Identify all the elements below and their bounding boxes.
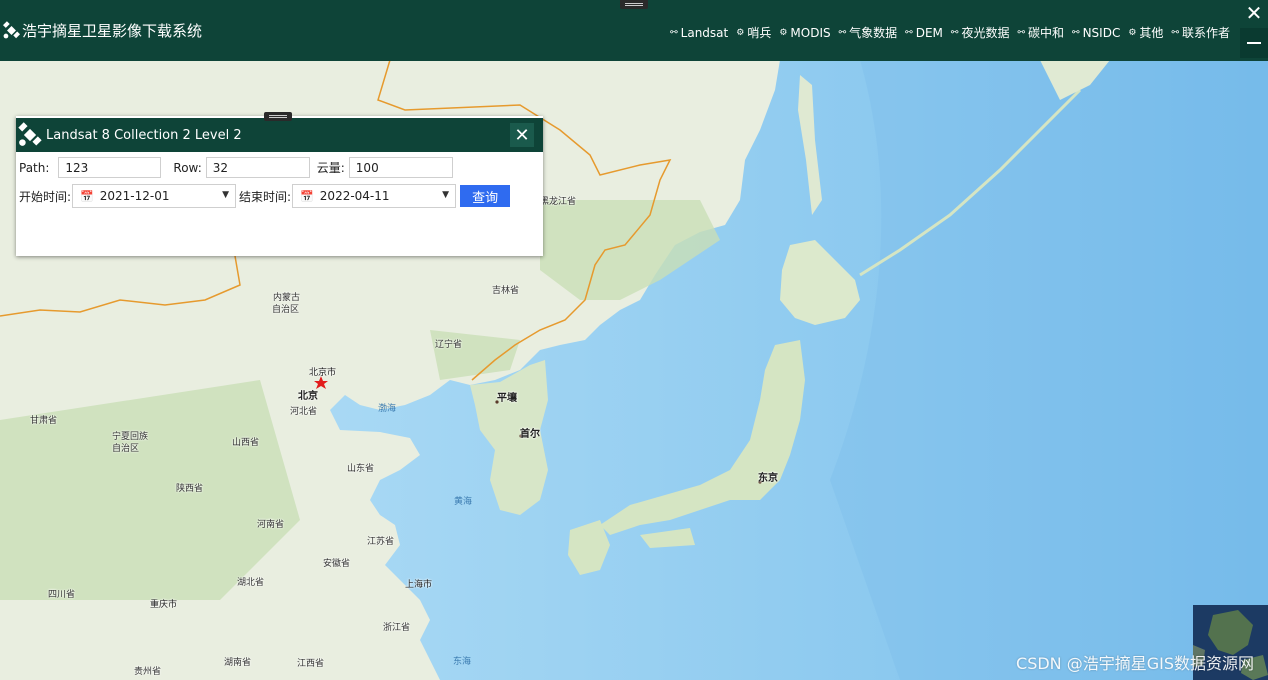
map-label: 北京市 <box>309 368 337 378</box>
start-date-label: 开始时间: <box>19 189 72 204</box>
map-label: 甘肃省 <box>30 416 58 426</box>
share-nodes-icon: ⚯ <box>905 27 913 38</box>
map-label: 渤海 <box>378 404 397 414</box>
caret-down-icon: ▼ <box>222 190 230 200</box>
query-button[interactable]: 查询 <box>460 185 511 207</box>
nav-item-modis[interactable]: ⚙ MODIS <box>779 26 830 40</box>
nav-item-label: 其他 <box>1139 26 1164 40</box>
calendar-icon: 📅 <box>300 189 314 203</box>
end-date-value: 2022-04-11 <box>319 189 390 203</box>
nav-item-label: 碳中和 <box>1028 26 1065 40</box>
main-nav: ⚯ Landsat ⚙ 哨兵 ⚙ MODIS ⚯ 气象数据 ⚯ DEM ⚯ 夜光… <box>662 24 1230 41</box>
satellite-icon <box>2 21 21 39</box>
map-label: 浙江省 <box>383 623 411 633</box>
dialog-close-button[interactable]: ✕ <box>510 123 534 147</box>
end-date-picker[interactable]: 📅 2022-04-11 ▼ <box>292 184 457 208</box>
nav-item-label: 气象数据 <box>849 26 898 40</box>
path-label: Path: <box>19 160 50 175</box>
app-title: 浩宇摘星卫星影像下载系统 <box>22 22 203 40</box>
map-label: 陕西省 <box>176 484 204 494</box>
nav-item-dem[interactable]: ⚯ DEM <box>905 26 943 40</box>
gear-icon: ⚙ <box>1128 27 1137 38</box>
map-canvas <box>0 0 1268 680</box>
nav-item-contact-author[interactable]: ⚯ 联系作者 <box>1171 24 1230 41</box>
map-label: 北京 <box>298 391 318 402</box>
map-label: 黑龙江省 <box>540 197 577 207</box>
end-date-label: 结束时间: <box>239 189 292 204</box>
caret-down-icon: ▼ <box>442 190 450 200</box>
header-minimize-button[interactable] <box>1240 28 1268 58</box>
map-label: 平壤 <box>497 393 517 404</box>
nav-item-other[interactable]: ⚙ 其他 <box>1128 24 1163 41</box>
map-label: 上海市 <box>405 580 433 590</box>
nav-item-label: Landsat <box>680 25 729 40</box>
landsat-query-dialog: Landsat 8 Collection 2 Level 2 ✕ Path: R… <box>16 112 543 256</box>
nav-item-night-light[interactable]: ⚯ 夜光数据 <box>951 24 1010 41</box>
satellite-icon <box>18 122 42 146</box>
dialog-header[interactable]: Landsat 8 Collection 2 Level 2 ✕ <box>16 118 543 152</box>
map-label: 东京 <box>758 473 778 484</box>
map-label: 自治区 <box>272 305 300 315</box>
map-label: 河南省 <box>257 520 285 530</box>
nav-item-landsat[interactable]: ⚯ Landsat <box>670 26 728 40</box>
map-label: 东海 <box>453 657 472 667</box>
map-label: 湖北省 <box>237 578 265 588</box>
nav-item-label: MODIS <box>790 25 831 40</box>
header-close-button[interactable]: ✕ <box>1240 0 1268 28</box>
nav-item-carbon-neutral[interactable]: ⚯ 碳中和 <box>1017 24 1064 41</box>
gear-icon: ⚙ <box>779 27 788 38</box>
map-label: 江苏省 <box>367 537 395 547</box>
map-label: 黄海 <box>454 497 473 507</box>
start-date-value: 2021-12-01 <box>99 189 170 203</box>
minus-icon <box>1247 42 1261 44</box>
nav-item-label: 哨兵 <box>747 26 772 40</box>
map-label: 贵州省 <box>134 667 162 677</box>
cloud-cover-label: 云量: <box>316 161 345 175</box>
dialog-title: Landsat 8 Collection 2 Level 2 <box>46 127 242 143</box>
map-label: 安徽省 <box>323 559 351 569</box>
map-label: 山东省 <box>347 464 375 474</box>
row-input[interactable] <box>205 157 310 178</box>
basemap[interactable]: 黑龙江省 吉林省 内蒙古 自治区 辽宁省 北京市 北京 河北省 甘肃省 宁夏回族… <box>0 0 1268 680</box>
dialog-drag-handle[interactable] <box>264 112 292 121</box>
deep-ocean <box>830 60 1268 680</box>
map-label: 吉林省 <box>492 286 520 296</box>
nav-item-label: 夜光数据 <box>961 26 1010 40</box>
date-range-row: 开始时间: 📅 2021-12-01 ▼ 结束时间: 📅 2022-04-11 … <box>19 184 511 208</box>
nav-item-label: 联系作者 <box>1181 26 1230 40</box>
share-nodes-icon: ⚯ <box>950 27 959 38</box>
share-nodes-icon: ⚯ <box>670 27 678 38</box>
map-label: 山西省 <box>232 438 260 448</box>
map-label: 重庆市 <box>150 600 178 610</box>
calendar-icon: 📅 <box>80 189 94 203</box>
nav-item-label: DEM <box>915 25 943 40</box>
path-input[interactable] <box>58 157 162 178</box>
cloud-cover-input[interactable] <box>348 157 453 178</box>
share-nodes-icon: ⚯ <box>1072 27 1080 38</box>
start-date-picker[interactable]: 📅 2021-12-01 ▼ <box>72 184 237 208</box>
nav-item-label: NSIDC <box>1082 25 1121 40</box>
map-label: 江西省 <box>297 659 325 669</box>
share-nodes-icon: ⚯ <box>838 27 847 38</box>
share-nodes-icon: ⚯ <box>1017 27 1026 38</box>
map-label: 河北省 <box>290 407 318 417</box>
nav-item-meteorology[interactable]: ⚯ 气象数据 <box>839 24 898 41</box>
top-drag-handle[interactable] <box>620 0 648 9</box>
watermark: CSDN @浩宇摘星GIS数据资源网 <box>1016 654 1254 673</box>
map-label: 首尔 <box>520 429 540 440</box>
top-navbar: 浩宇摘星卫星影像下载系统 ⚯ Landsat ⚙ 哨兵 ⚙ MODIS ⚯ 气象… <box>0 0 1268 61</box>
map-label: 自治区 <box>112 444 140 454</box>
app-logo[interactable]: 浩宇摘星卫星影像下载系统 <box>2 20 202 41</box>
map-label: 湖南省 <box>224 658 252 668</box>
row-label: Row: <box>173 160 202 175</box>
share-nodes-icon: ⚯ <box>1171 27 1179 38</box>
path-row-cloud-row: Path: Row: 云量: <box>19 157 453 178</box>
map-label: 四川省 <box>48 590 76 600</box>
gear-icon: ⚙ <box>736 27 745 38</box>
nav-item-sentinel[interactable]: ⚙ 哨兵 <box>736 24 771 41</box>
map-label: 辽宁省 <box>435 340 463 350</box>
nav-item-nsidc[interactable]: ⚯ NSIDC <box>1072 26 1120 40</box>
